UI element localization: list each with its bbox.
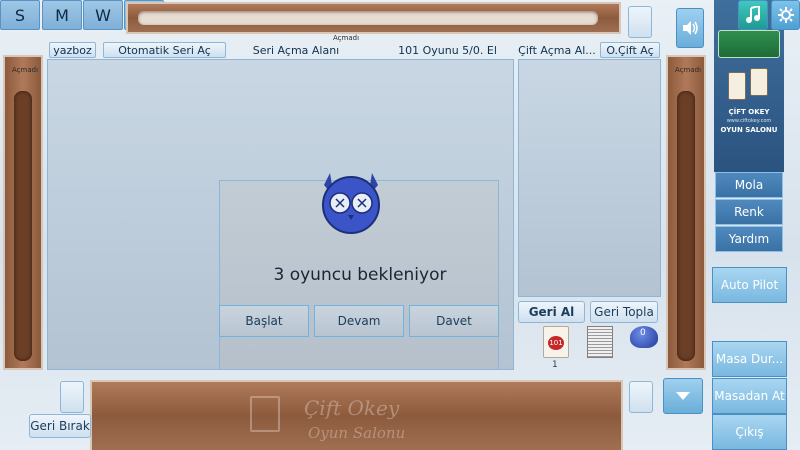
invite-button[interactable]: Davet [409,305,499,337]
left-rack-slot [14,91,32,361]
letter-w-button[interactable]: W [83,0,123,30]
game-status-label: 101 Oyunu 5/0. El [398,43,497,57]
top-rack-slot [138,11,598,25]
right-rack [666,55,706,370]
collect-button[interactable]: Geri Topla [590,301,658,323]
start-button[interactable]: Başlat [219,305,309,337]
owl-avatar-icon [322,173,380,234]
music-note-icon [746,6,760,23]
continue-button[interactable]: Devam [314,305,404,337]
tile-101-badge: 101 [548,336,564,350]
table-graphic-icon [718,30,780,58]
player-rack: Çift Okey Oyun Salonu [90,380,623,450]
break-button[interactable]: Mola [715,172,783,198]
drop-back-button[interactable]: Geri Bırak [29,414,91,438]
right-rack-slot [677,91,695,361]
rack-brand-line2: Oyun Salonu [308,424,406,442]
pair-open-button[interactable]: O.Çift Aç [600,42,660,58]
settings-button[interactable] [771,0,800,30]
letter-w-label: W [95,5,111,25]
music-button[interactable] [738,0,768,30]
yazboz-label: yazboz [49,42,96,58]
gear-icon [777,7,794,23]
coin-count: 0 [640,328,646,338]
sound-button[interactable] [676,8,704,48]
coin-icon[interactable]: 0 [630,326,658,348]
waiting-message: 3 oyuncu bekleniyor [273,265,447,285]
top-small-button[interactable] [628,6,652,38]
undo-count: 1 [552,360,558,370]
logo-subtitle: OYUN SALONU [720,126,778,134]
logo-tile-right [750,68,768,96]
series-area-label: Seri Açma Alanı [252,43,340,57]
triangle-down-icon [676,392,690,400]
tile-101-icon[interactable]: 101 [543,326,569,358]
rack-logo-tiles [250,396,280,432]
tile-deck-icon[interactable] [587,326,613,358]
rack-brand-line1: Çift Okey [304,396,400,420]
top-rack [126,2,621,34]
scroll-down-button[interactable] [663,378,703,414]
right-rack-label: Açmadı [675,66,702,74]
auto-series-button[interactable]: Otomatik Seri Aç [103,42,226,58]
bottom-left-small-button[interactable] [60,381,84,413]
kick-from-table-button[interactable]: Masadan At [712,378,787,414]
letter-s-button[interactable]: S [0,0,40,30]
letter-s-label: S [14,5,26,25]
help-button[interactable]: Yardım [715,226,783,252]
letter-m-label: M [55,5,69,25]
logo-tile-left [728,72,746,100]
left-rack-label: Açmadı [12,66,39,74]
logo-tiles-icon [728,68,770,104]
speaker-icon [683,21,698,35]
bottom-right-small-button[interactable] [629,381,653,413]
letter-m-button[interactable]: M [42,0,82,30]
exit-button[interactable]: Çıkış [712,414,787,450]
left-rack [3,55,43,370]
top-rack-label: Açmadı [333,34,360,42]
waiting-dialog: 3 oyuncu bekleniyor [219,173,499,370]
pair-area-label: Çift Açma Al... [518,43,596,57]
logo-url: www.ciftokey.com [726,118,772,124]
rack-logo: Çift Okey Oyun Salonu [242,390,482,444]
table-stop-button[interactable]: Masa Dur... [712,341,787,377]
color-button[interactable]: Renk [715,199,783,225]
undo-button[interactable]: Geri Al [518,301,585,323]
pair-area-panel[interactable] [518,59,661,297]
auto-pilot-button[interactable]: Auto Pilot [712,267,787,303]
logo-title: ÇİFT OKEY [728,108,770,116]
